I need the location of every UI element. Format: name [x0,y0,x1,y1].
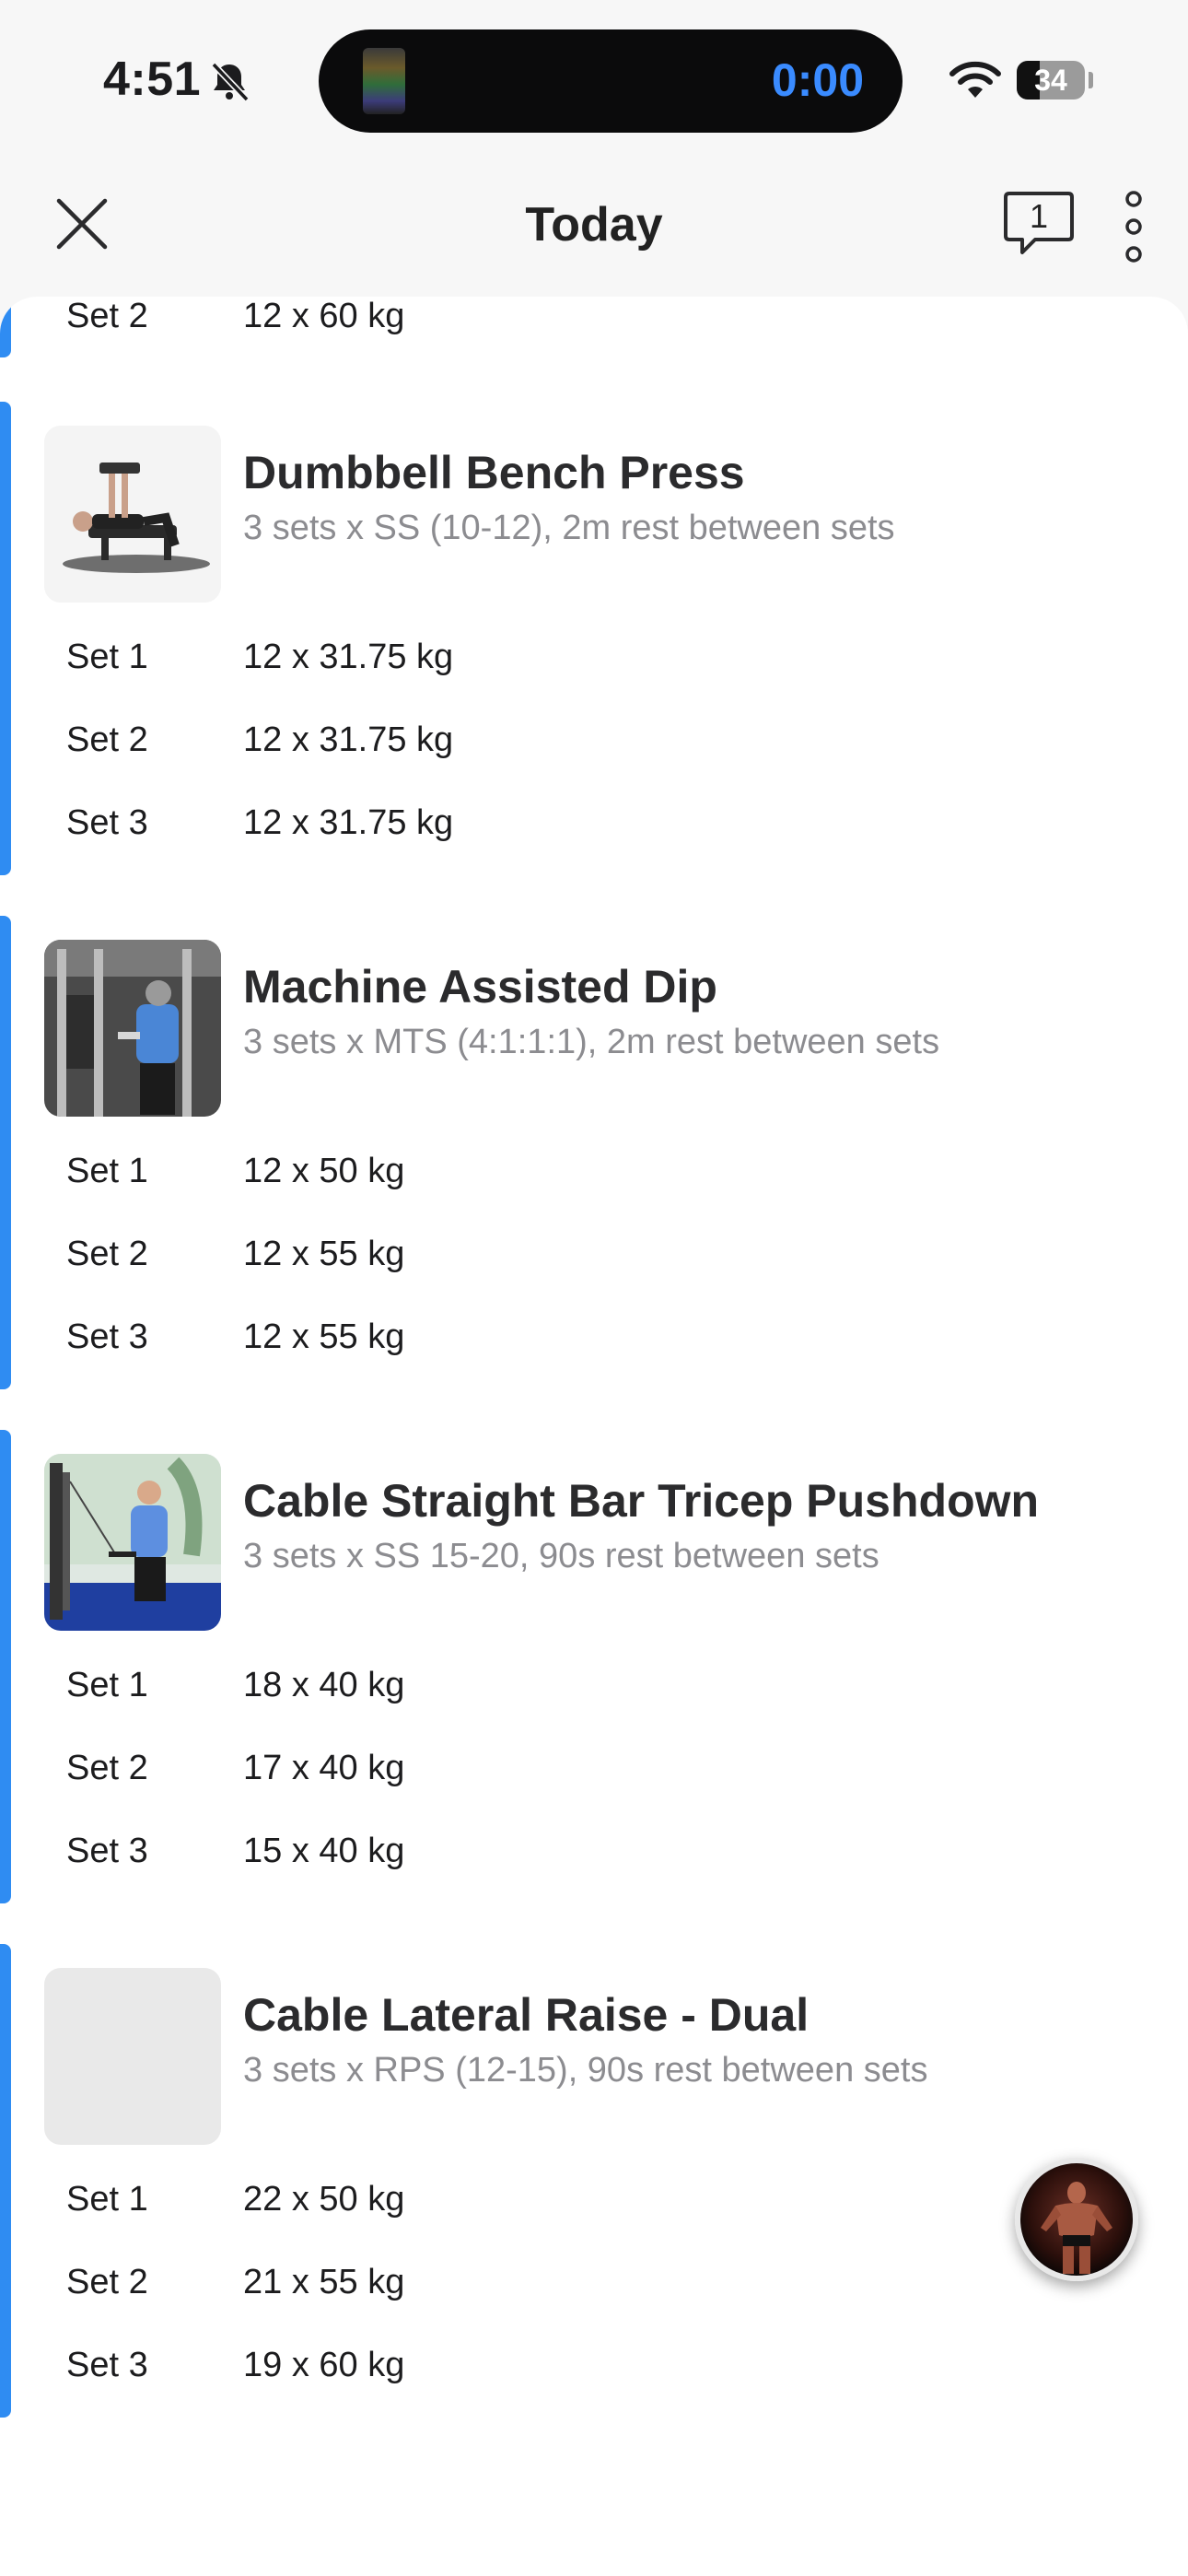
set-row[interactable]: Set 1 18 x 40 kg [0,1666,1188,1721]
set-label: Set 1 [66,2180,148,2219]
battery-cap [1089,72,1093,88]
set-row[interactable]: Set 2 21 x 55 kg [0,2263,1188,2318]
exercise-thumbnail[interactable] [44,940,221,1117]
set-row[interactable]: Set 3 15 x 40 kg [0,1832,1188,1887]
set-value: 15 x 40 kg [243,1832,405,1870]
dynamic-island[interactable]: 0:00 [319,29,903,133]
comment-count: 1 [1029,197,1049,235]
set-label: Set 3 [66,1832,148,1870]
set-value: 12 x 31.75 kg [243,803,454,842]
exercise-thumbnail[interactable] [44,426,221,603]
tricep-pushdown-illustration [44,1454,221,1631]
exercise-card-previous: Set 2 12 x 60 kg [0,297,1188,361]
set-value: 19 x 60 kg [243,2346,405,2384]
workout-timer: 0:00 [771,54,864,106]
set-value: 12 x 50 kg [243,1152,405,1190]
exercise-description: 3 sets x SS 15-20, 90s rest between sets [243,1537,879,1575]
exercise-thumbnail-placeholder[interactable] [44,1968,221,2145]
set-label: Set 2 [66,1749,148,1787]
set-row[interactable]: Set 3 12 x 55 kg [0,1317,1188,1373]
nav-bar: Today 1 [0,157,1188,295]
status-time: 4:51 [103,53,202,106]
set-label: Set 2 [66,1235,148,1273]
bell-muted-icon [211,62,250,102]
now-playing-thumbnail [363,48,405,114]
exercise-thumbnail[interactable] [44,1454,221,1631]
exercise-card[interactable]: Machine Assisted Dip 3 sets x MTS (4:1:1… [0,916,1188,1389]
bench-press-illustration [44,426,221,603]
set-label: Set 3 [66,1317,148,1356]
set-label: Set 1 [66,1666,148,1704]
battery-icon: 34 [1017,61,1085,100]
set-label: Set 1 [66,638,148,676]
set-value: 12 x 60 kg [243,297,405,335]
set-label: Set 3 [66,803,148,842]
set-value: 12 x 31.75 kg [243,720,454,759]
coach-avatar-button[interactable] [1015,2158,1138,2281]
set-value: 21 x 55 kg [243,2263,405,2301]
avatar [1041,2182,1112,2274]
set-label: Set 1 [66,1152,148,1190]
set-value: 12 x 55 kg [243,1235,405,1273]
set-row[interactable]: Set 1 22 x 50 kg [0,2180,1188,2235]
comments-button[interactable]: 1 [1002,190,1076,258]
set-row[interactable]: Set 2 12 x 55 kg [0,1235,1188,1290]
set-value: 17 x 40 kg [243,1749,405,1787]
more-vertical-icon[interactable] [1120,190,1147,263]
exercise-description: 3 sets x RPS (12-15), 90s rest between s… [243,2051,928,2090]
set-value: 22 x 50 kg [243,2180,405,2219]
set-label: Set 2 [66,720,148,759]
set-value: 18 x 40 kg [243,1666,405,1704]
set-value: 12 x 55 kg [243,1317,405,1356]
set-label: Set 3 [66,2346,148,2384]
exercise-card[interactable]: Dumbbell Bench Press 3 sets x SS (10-12)… [0,402,1188,875]
exercise-name: Cable Lateral Raise - Dual [243,1989,809,2041]
set-value: 12 x 31.75 kg [243,638,454,676]
set-row[interactable]: Set 1 12 x 50 kg [0,1152,1188,1207]
set-row[interactable]: Set 1 12 x 31.75 kg [0,638,1188,693]
set-row: Set 2 12 x 60 kg [0,297,1188,352]
set-row[interactable]: Set 2 17 x 40 kg [0,1749,1188,1804]
set-row[interactable]: Set 3 19 x 60 kg [0,2346,1188,2401]
exercise-card[interactable]: Cable Straight Bar Tricep Pushdown 3 set… [0,1430,1188,1903]
exercise-name: Cable Straight Bar Tricep Pushdown [243,1475,1040,1527]
set-row[interactable]: Set 3 12 x 31.75 kg [0,803,1188,859]
exercise-description: 3 sets x MTS (4:1:1:1), 2m rest between … [243,1023,940,1061]
status-bar: 4:51 0:00 34 [0,0,1188,157]
exercise-name: Machine Assisted Dip [243,961,717,1013]
battery-percent: 34 [1034,64,1067,97]
workout-sheet[interactable]: Set 2 12 x 60 kg Dumbbell Bench Press 3 … [0,297,1188,2576]
set-label: Set 2 [66,297,148,335]
set-row[interactable]: Set 2 12 x 31.75 kg [0,720,1188,776]
exercise-card[interactable]: Cable Lateral Raise - Dual 3 sets x RPS … [0,1944,1188,2418]
exercise-name: Dumbbell Bench Press [243,447,745,498]
exercise-description: 3 sets x SS (10-12), 2m rest between set… [243,509,895,547]
set-label: Set 2 [66,2263,148,2301]
wifi-icon [949,61,1001,98]
dip-machine-illustration [44,940,221,1117]
